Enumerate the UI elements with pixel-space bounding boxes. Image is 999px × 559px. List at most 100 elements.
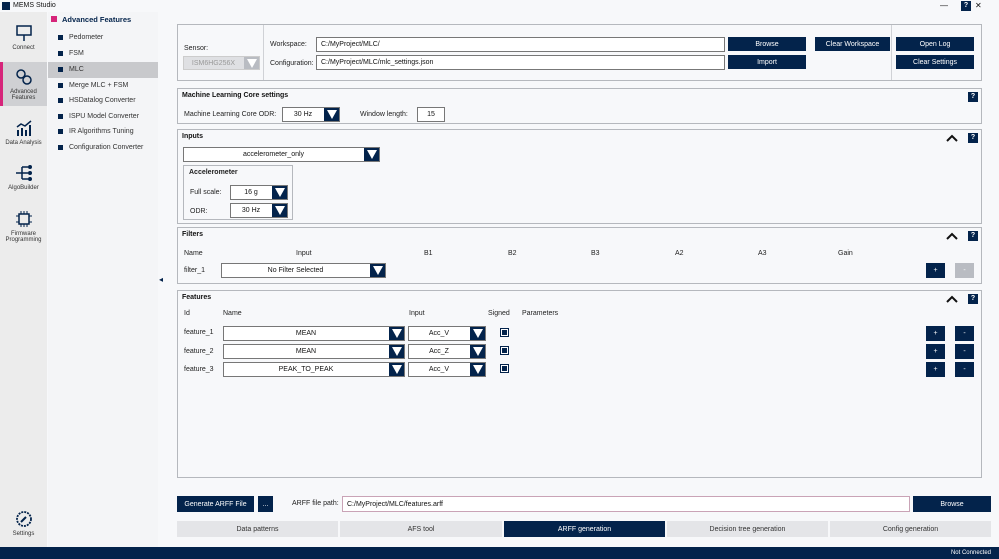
signed-checkbox[interactable] (500, 364, 509, 373)
chevron-down-icon (389, 363, 404, 376)
browse-workspace-button[interactable]: Browse (728, 37, 806, 51)
remove-feature-button[interactable]: - (955, 344, 974, 359)
clear-workspace-button[interactable]: Clear Workspace (815, 37, 890, 51)
submenu-item-pedometer[interactable]: Pedometer (48, 30, 158, 46)
rail-algobuilder[interactable]: AlgoBuilder (0, 160, 47, 198)
chip-icon (15, 211, 32, 227)
help-button[interactable]: ? (968, 133, 978, 143)
accelerometer-title: Accelerometer (189, 169, 238, 176)
arff-path-label: ARFF file path: (292, 500, 339, 507)
help-button[interactable]: ? (961, 1, 971, 11)
feature-input-select[interactable]: Acc_V (408, 362, 486, 377)
section-marker-icon (51, 16, 57, 22)
help-button[interactable]: ? (968, 92, 978, 102)
arff-path-input[interactable]: C:/MyProject/MLC/features.arff (342, 496, 910, 512)
rail-settings[interactable]: Settings (0, 508, 47, 544)
sensor-select: ISM6HG256X (183, 56, 260, 70)
remove-feature-button[interactable]: - (955, 362, 974, 377)
collapse-chevron-icon[interactable] (946, 295, 958, 303)
signed-checkbox[interactable] (500, 328, 509, 337)
workspace-input[interactable]: C:/MyProject/MLC/ (316, 37, 725, 52)
accel-odr-select[interactable]: 30 Hz (230, 203, 288, 218)
column-header: Name (184, 250, 203, 257)
more-options-button[interactable]: ... (258, 496, 273, 512)
connection-status: Not Connected (950, 550, 991, 556)
rail-data-analysis[interactable]: Data Analysis (0, 115, 47, 155)
chevron-down-icon (470, 345, 485, 358)
generate-arff-button[interactable]: Generate ARFF File (177, 496, 254, 512)
accelerometer-group: Accelerometer Full scale: 16 g ODR: 30 H… (183, 165, 293, 220)
clear-settings-button[interactable]: Clear Settings (896, 55, 974, 69)
chevron-down-icon (389, 327, 404, 340)
chevron-down-icon (470, 327, 485, 340)
connect-icon (15, 25, 32, 41)
submenu-item-config-converter[interactable]: Configuration Converter (48, 140, 158, 156)
chevron-down-icon (470, 363, 485, 376)
tab-arff-generation[interactable]: ARFF generation (504, 521, 665, 537)
feature-input-select[interactable]: Acc_V (408, 326, 486, 341)
help-button[interactable]: ? (968, 294, 978, 304)
column-header: Parameters (522, 310, 559, 317)
minimize-button[interactable]: — (940, 1, 948, 10)
panel-title: Features (182, 294, 212, 301)
collapse-chevron-icon[interactable] (946, 232, 958, 240)
browse-arff-button[interactable]: Browse (913, 496, 991, 512)
chart-icon (16, 120, 31, 136)
column-header: A3 (758, 250, 767, 257)
chevron-down-icon (272, 204, 287, 217)
window-length-input[interactable]: 15 (417, 107, 445, 122)
input-type-select[interactable]: accelerometer_only (183, 147, 380, 162)
rail-advanced-features[interactable]: Advanced Features (0, 62, 47, 106)
sensor-label: Sensor: (184, 45, 209, 52)
nav-rail: Connect Advanced Features Data Analysis … (0, 12, 47, 547)
feature-input-select[interactable]: Acc_Z (408, 344, 486, 359)
filters-panel: Filters ? Name Input B1 B2 B3 A2 A3 Gain… (177, 227, 982, 284)
mlc-odr-select[interactable]: 30 Hz (282, 107, 340, 122)
filter-input-select[interactable]: No Filter Selected (221, 263, 386, 278)
submenu-item-fsm[interactable]: FSM (48, 46, 158, 62)
rail-firmware-programming[interactable]: Firmware Programming (0, 206, 47, 248)
remove-feature-button[interactable]: - (955, 326, 974, 341)
remove-filter-button: - (955, 263, 974, 278)
add-feature-button[interactable]: + (926, 362, 945, 377)
submenu-item-mlc[interactable]: MLC (48, 62, 158, 78)
app-title: MEMS Studio (13, 2, 56, 9)
tab-data-patterns[interactable]: Data patterns (177, 521, 338, 537)
inputs-panel: Inputs ? accelerometer_only Acceleromete… (177, 129, 982, 224)
configuration-label: Configuration: (270, 60, 314, 67)
feature-name-select[interactable]: MEAN (223, 326, 405, 341)
rail-connect[interactable]: Connect (0, 20, 47, 60)
tab-decision-tree-generation[interactable]: Decision tree generation (667, 521, 828, 537)
feature-id: feature_2 (184, 348, 214, 355)
collapse-sidebar-button[interactable]: ◂ (159, 275, 163, 284)
help-button[interactable]: ? (968, 231, 978, 241)
import-button[interactable]: Import (728, 55, 806, 69)
submenu-item-merge[interactable]: Merge MLC + FSM (48, 78, 158, 94)
signed-checkbox[interactable] (500, 346, 509, 355)
panel-title: Inputs (182, 133, 203, 140)
column-header: B2 (508, 250, 517, 257)
chevron-down-icon (364, 148, 379, 161)
tab-config-generation[interactable]: Config generation (830, 521, 991, 537)
add-feature-button[interactable]: + (926, 344, 945, 359)
open-log-button[interactable]: Open Log (896, 37, 974, 51)
gears-icon (15, 69, 32, 85)
submenu-item-ir[interactable]: IR Algorithms Tuning (48, 124, 158, 140)
feature-name-select[interactable]: MEAN (223, 344, 405, 359)
submenu-item-hsdatalog[interactable]: HSDatalog Converter (48, 93, 158, 109)
column-header: Id (184, 310, 190, 317)
chevron-down-icon (324, 108, 339, 121)
collapse-chevron-icon[interactable] (946, 134, 958, 142)
feature-name-select[interactable]: PEAK_TO_PEAK (223, 362, 405, 377)
add-feature-button[interactable]: + (926, 326, 945, 341)
app-logo-icon (2, 2, 10, 10)
full-scale-select[interactable]: 16 g (230, 185, 288, 200)
submenu-item-ispu[interactable]: ISPU Model Converter (48, 109, 158, 125)
add-filter-button[interactable]: + (926, 263, 945, 278)
tab-afs-tool[interactable]: AFS tool (340, 521, 502, 537)
column-header: B3 (591, 250, 600, 257)
window-length-label: Window length: (360, 111, 408, 118)
close-button[interactable]: ✕ (975, 1, 982, 10)
configuration-input[interactable]: C:/MyProject/MLC/mlc_settings.json (316, 55, 725, 70)
accel-odr-label: ODR: (190, 208, 208, 215)
